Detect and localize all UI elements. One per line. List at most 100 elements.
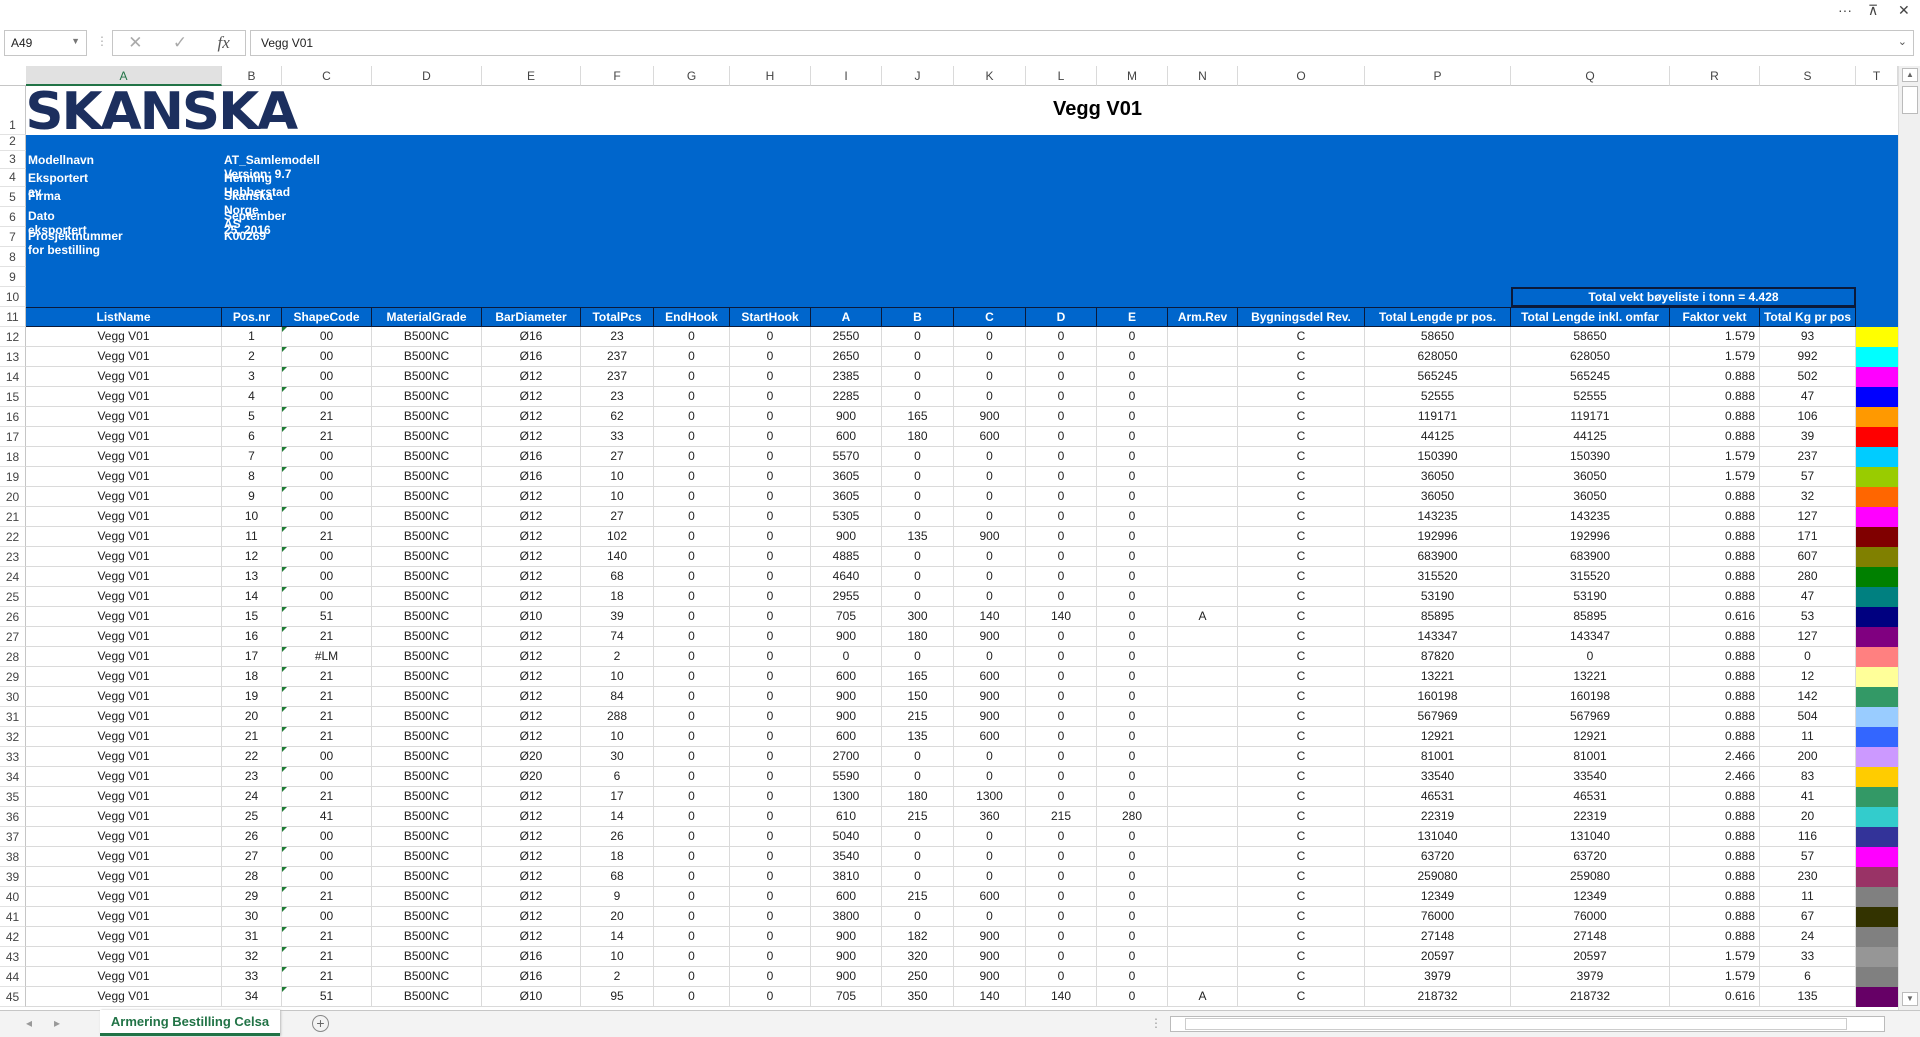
table-cell[interactable]: 0 — [730, 647, 811, 667]
table-cell[interactable]: 6 — [222, 427, 282, 447]
table-cell[interactable]: 68 — [581, 567, 654, 587]
table-cell[interactable]: 63720 — [1511, 847, 1670, 867]
table-cell[interactable]: Ø16 — [482, 967, 581, 987]
table-cell[interactable]: 0 — [1026, 827, 1097, 847]
table-cell[interactable]: 900 — [954, 687, 1026, 707]
table-cell[interactable]: 20597 — [1511, 947, 1670, 967]
table-cell[interactable]: C — [1238, 407, 1365, 427]
table-cell[interactable]: 52555 — [1365, 387, 1511, 407]
table-cell[interactable]: 0 — [954, 587, 1026, 607]
row-header[interactable]: 29 — [0, 667, 26, 687]
table-cell[interactable]: Vegg V01 — [26, 567, 222, 587]
table-cell[interactable]: 84 — [581, 687, 654, 707]
table-cell[interactable]: 143347 — [1511, 627, 1670, 647]
table-cell[interactable]: Ø12 — [482, 587, 581, 607]
table-cell[interactable]: 00 — [282, 327, 372, 347]
table-cell[interactable]: 0 — [654, 727, 730, 747]
row-header[interactable]: 34 — [0, 767, 26, 787]
table-cell[interactable]: 0 — [954, 387, 1026, 407]
table-cell[interactable]: 0 — [1097, 387, 1168, 407]
table-cell[interactable]: 3605 — [811, 487, 882, 507]
table-cell[interactable]: 0.888 — [1670, 727, 1760, 747]
table-cell[interactable]: 0 — [1026, 927, 1097, 947]
table-cell[interactable]: 600 — [954, 887, 1026, 907]
table-cell[interactable]: 900 — [954, 627, 1026, 647]
table-cell[interactable]: 140 — [954, 607, 1026, 627]
table-cell[interactable]: 610 — [811, 807, 882, 827]
table-cell[interactable]: 0 — [954, 847, 1026, 867]
table-cell[interactable]: 21 — [282, 427, 372, 447]
table-cell[interactable]: B500NC — [372, 367, 482, 387]
table-cell[interactable]: 628050 — [1365, 347, 1511, 367]
table-cell[interactable]: 180 — [882, 787, 954, 807]
table-cell[interactable]: Ø12 — [482, 387, 581, 407]
table-cell[interactable]: C — [1238, 707, 1365, 727]
table-cell[interactable]: B500NC — [372, 727, 482, 747]
table-cell[interactable]: 565245 — [1511, 367, 1670, 387]
table-cell[interactable]: 600 — [811, 667, 882, 687]
table-cell[interactable]: 0 — [1097, 847, 1168, 867]
table-cell[interactable]: 53190 — [1365, 587, 1511, 607]
table-cell[interactable]: 119171 — [1365, 407, 1511, 427]
table-cell[interactable]: 600 — [954, 667, 1026, 687]
table-cell[interactable]: 140 — [1026, 607, 1097, 627]
horizontal-scrollbar[interactable] — [1170, 1016, 1885, 1032]
table-cell[interactable]: Vegg V01 — [26, 807, 222, 827]
table-cell[interactable]: Vegg V01 — [26, 447, 222, 467]
table-cell[interactable]: 36050 — [1511, 467, 1670, 487]
table-cell[interactable]: 2385 — [811, 367, 882, 387]
add-sheet-icon[interactable]: + — [312, 1015, 329, 1032]
table-cell[interactable]: 20597 — [1365, 947, 1511, 967]
table-cell[interactable]: 0 — [1097, 947, 1168, 967]
table-cell[interactable]: 218732 — [1511, 987, 1670, 1007]
table-cell[interactable]: Ø12 — [482, 867, 581, 887]
close-icon[interactable]: ✕ — [1898, 2, 1910, 19]
table-cell[interactable] — [1168, 767, 1238, 787]
table-cell[interactable]: 33 — [222, 967, 282, 987]
table-cell[interactable]: 900 — [954, 407, 1026, 427]
table-cell[interactable]: B500NC — [372, 867, 482, 887]
table-cell[interactable]: B500NC — [372, 767, 482, 787]
table-cell[interactable]: C — [1238, 987, 1365, 1007]
table-cell[interactable]: 0 — [654, 367, 730, 387]
row-header[interactable]: 41 — [0, 907, 26, 927]
row-header[interactable]: 43 — [0, 947, 26, 967]
table-cell[interactable]: Ø12 — [482, 887, 581, 907]
table-cell[interactable]: 259080 — [1511, 867, 1670, 887]
table-cell[interactable]: 17 — [222, 647, 282, 667]
table-cell[interactable]: B500NC — [372, 607, 482, 627]
table-cell[interactable]: 3979 — [1365, 967, 1511, 987]
table-cell[interactable]: 600 — [811, 427, 882, 447]
table-cell[interactable]: 0 — [730, 867, 811, 887]
table-cell[interactable]: 87820 — [1365, 647, 1511, 667]
table-cell[interactable]: 0 — [1026, 627, 1097, 647]
table-cell[interactable]: 900 — [811, 967, 882, 987]
table-cell[interactable] — [1168, 327, 1238, 347]
table-cell[interactable]: B500NC — [372, 327, 482, 347]
row-header[interactable]: 25 — [0, 587, 26, 607]
table-cell[interactable]: 00 — [282, 387, 372, 407]
table-cell[interactable]: 0 — [730, 347, 811, 367]
table-cell[interactable]: 21 — [282, 927, 372, 947]
table-cell[interactable]: 4640 — [811, 567, 882, 587]
table-cell[interactable]: 0 — [1097, 627, 1168, 647]
scroll-up-icon[interactable]: ▲ — [1902, 68, 1918, 82]
row-header[interactable]: 27 — [0, 627, 26, 647]
table-cell[interactable]: C — [1238, 487, 1365, 507]
table-cell[interactable]: B500NC — [372, 627, 482, 647]
table-cell[interactable]: 36050 — [1365, 487, 1511, 507]
table-cell[interactable]: 0 — [954, 367, 1026, 387]
table-cell[interactable]: 0 — [1097, 687, 1168, 707]
table-cell[interactable]: 24 — [222, 787, 282, 807]
table-cell[interactable]: 10 — [581, 487, 654, 507]
table-cell[interactable]: 320 — [882, 947, 954, 967]
table-cell[interactable]: 33 — [1760, 947, 1856, 967]
table-cell[interactable]: 0 — [730, 987, 811, 1007]
table-cell[interactable]: 20 — [222, 707, 282, 727]
table-cell[interactable]: 0 — [882, 467, 954, 487]
table-cell[interactable]: 0 — [1760, 647, 1856, 667]
table-cell[interactable]: 180 — [882, 427, 954, 447]
row-header[interactable]: 24 — [0, 567, 26, 587]
table-cell[interactable]: 14 — [222, 587, 282, 607]
row-header[interactable]: 15 — [0, 387, 26, 407]
